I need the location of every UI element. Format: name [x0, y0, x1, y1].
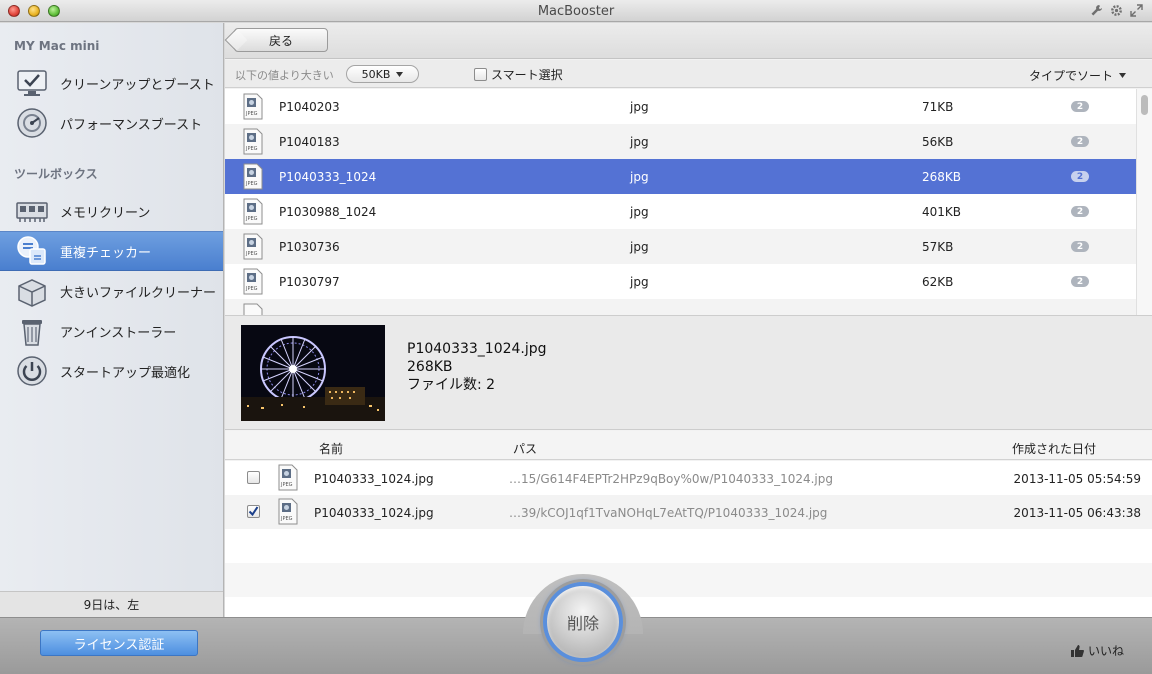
fullscreen-icon[interactable]	[1129, 3, 1144, 18]
jpeg-file-icon: JPEG	[278, 464, 298, 491]
jpeg-file-icon: JPEG	[243, 268, 263, 295]
gear-icon[interactable]	[1109, 3, 1124, 18]
preview-filename: P1040333_1024.jpg	[407, 341, 547, 357]
duplicate-detail-list: JPEG P1040333_1024.jpg …15/G614F4EPTr2HP…	[225, 461, 1152, 617]
svg-text:JPEG: JPEG	[245, 286, 258, 292]
file-row[interactable]: JPEG P1030736 jpg 57KB 2	[225, 229, 1136, 264]
file-row[interactable]: JPEG P1040203 jpg 71KB 2	[225, 89, 1136, 124]
section-header-toolbox: ツールボックス	[14, 167, 98, 181]
svg-text:JPEG: JPEG	[245, 216, 258, 222]
preview-thumbnail	[241, 325, 385, 421]
file-row[interactable]: JPEG P1030797 jpg 62KB 2	[225, 264, 1136, 299]
sidebar: MY Mac mini クリーンアップとブースト パフォーマンスブースト ツール…	[0, 23, 224, 617]
size-threshold-select[interactable]: 50KB	[346, 65, 419, 83]
row-checkbox[interactable]	[247, 471, 260, 484]
main-content: 戻る 以下の値より大きい 50KB スマート選択 タイプでソート JPEG P1…	[225, 23, 1152, 617]
sidebar-item-label: クリーンアップとブースト	[60, 77, 215, 93]
scroll-thumb[interactable]	[1141, 95, 1148, 115]
smart-select-label: スマート選択	[491, 68, 563, 82]
sidebar-item-label: パフォーマンスブースト	[60, 117, 203, 133]
chevron-down-icon	[396, 71, 404, 77]
column-header-path[interactable]: パス	[513, 440, 537, 457]
license-activation-button[interactable]: ライセンス認証	[40, 630, 198, 656]
checkmark-icon	[248, 506, 259, 517]
column-header-name[interactable]: 名前	[319, 440, 343, 457]
duplicate-file-list[interactable]: JPEG P1040203 jpg 71KB 2 JPEG P1040183 j…	[225, 89, 1136, 315]
sidebar-item-memory-clean[interactable]: メモリクリーン	[0, 191, 223, 231]
delete-control: 削除	[523, 574, 643, 674]
like-button[interactable]: いいね	[1070, 642, 1124, 659]
sidebar-item-label: 重複チェッカー	[60, 245, 152, 261]
svg-text:JPEG: JPEG	[245, 146, 258, 152]
row-checkbox-checked[interactable]	[247, 505, 260, 518]
delete-button[interactable]: 削除	[543, 582, 623, 662]
trash-icon	[22, 320, 42, 346]
checkbox[interactable]	[474, 68, 487, 81]
table-row[interactable]: JPEG P1040333_1024.jpg …15/G614F4EPTr2HP…	[225, 461, 1152, 495]
disk-gauge-icon	[17, 108, 47, 138]
column-header-date[interactable]: 作成された日付	[1012, 440, 1096, 457]
power-icon	[17, 356, 47, 386]
size-filter-label: 以下の値より大きい	[235, 69, 334, 82]
sidebar-item-large-file-cleaner[interactable]: 大きいファイルクリーナー	[0, 271, 223, 311]
sidebar-item-uninstaller[interactable]: アンインストーラー	[0, 311, 223, 351]
file-list-scrollbar[interactable]	[1136, 89, 1152, 315]
svg-text:JPEG: JPEG	[280, 516, 293, 522]
file-row[interactable]: JPEG P1030988_1024 jpg 401KB 2	[225, 194, 1136, 229]
wrench-icon[interactable]	[1089, 3, 1104, 18]
sidebar-item-label: スタートアップ最適化	[60, 365, 191, 381]
duplicate-count-badge: 2	[1071, 276, 1089, 287]
filter-bar: 以下の値より大きい 50KB スマート選択 タイプでソート	[225, 60, 1152, 88]
duplicate-count-badge: 2	[1071, 101, 1089, 112]
duplicate-count-badge: 2	[1071, 136, 1089, 147]
jpeg-file-icon: JPEG	[243, 163, 263, 190]
sidebar-item-duplicate-checker[interactable]: 重複チェッカー	[0, 231, 223, 271]
svg-text:JPEG: JPEG	[245, 181, 258, 187]
preview-panel: P1040333_1024.jpg 268KB ファイル数: 2	[225, 315, 1152, 430]
sidebar-item-startup-optimize[interactable]: スタートアップ最適化	[0, 351, 223, 391]
jpeg-file-icon: JPEG	[278, 498, 298, 525]
table-row[interactable]: JPEG P1040333_1024.jpg …39/kCOJ1qf1TvaNO…	[225, 495, 1152, 529]
sidebar-item-cleanup-boost[interactable]: クリーンアップとブースト	[0, 63, 223, 103]
smart-select-checkbox[interactable]: スマート選択	[474, 66, 563, 83]
jpeg-file-icon: JPEG	[243, 198, 263, 225]
duplicate-files-icon	[17, 236, 46, 265]
toolbar: 戻る	[225, 23, 1152, 59]
section-header-mac: MY Mac mini	[14, 39, 100, 53]
monitor-check-icon	[17, 70, 47, 96]
back-button[interactable]: 戻る	[234, 28, 328, 52]
title-bar: MacBooster	[0, 0, 1152, 22]
memory-chip-icon	[16, 202, 48, 222]
duplicate-count-badge: 2	[1071, 241, 1089, 252]
svg-text:JPEG: JPEG	[245, 111, 258, 117]
file-row-partial[interactable]	[225, 299, 1136, 315]
box-icon	[18, 279, 46, 307]
duplicate-count-badge: 2	[1071, 171, 1089, 182]
svg-text:JPEG: JPEG	[280, 482, 293, 488]
jpeg-file-icon: JPEG	[243, 128, 263, 155]
sidebar-item-label: メモリクリーン	[60, 205, 151, 221]
sidebar-item-performance-boost[interactable]: パフォーマンスブースト	[0, 103, 223, 143]
sort-by-type-select[interactable]: タイプでソート	[1029, 67, 1126, 84]
empty-row	[225, 563, 1152, 597]
svg-text:JPEG: JPEG	[245, 251, 258, 257]
jpeg-file-icon	[243, 303, 263, 315]
file-row[interactable]: JPEG P1040183 jpg 56KB 2	[225, 124, 1136, 159]
jpeg-file-icon: JPEG	[243, 233, 263, 260]
window-title: MacBooster	[537, 4, 615, 19]
thumbs-up-icon	[1070, 644, 1084, 657]
trial-days-remaining: 9日は、左	[0, 591, 223, 617]
preview-file-count: ファイル数: 2	[407, 377, 496, 393]
chevron-down-icon	[1119, 73, 1126, 78]
preview-size: 268KB	[407, 359, 453, 375]
detail-table-header: 名前 パス 作成された日付	[225, 431, 1152, 460]
jpeg-file-icon: JPEG	[243, 93, 263, 120]
sidebar-item-label: 大きいファイルクリーナー	[60, 285, 217, 301]
duplicate-count-badge: 2	[1071, 206, 1089, 217]
file-row-selected[interactable]: JPEG P1040333_1024 jpg 268KB 2	[225, 159, 1136, 194]
sidebar-item-label: アンインストーラー	[60, 325, 177, 341]
